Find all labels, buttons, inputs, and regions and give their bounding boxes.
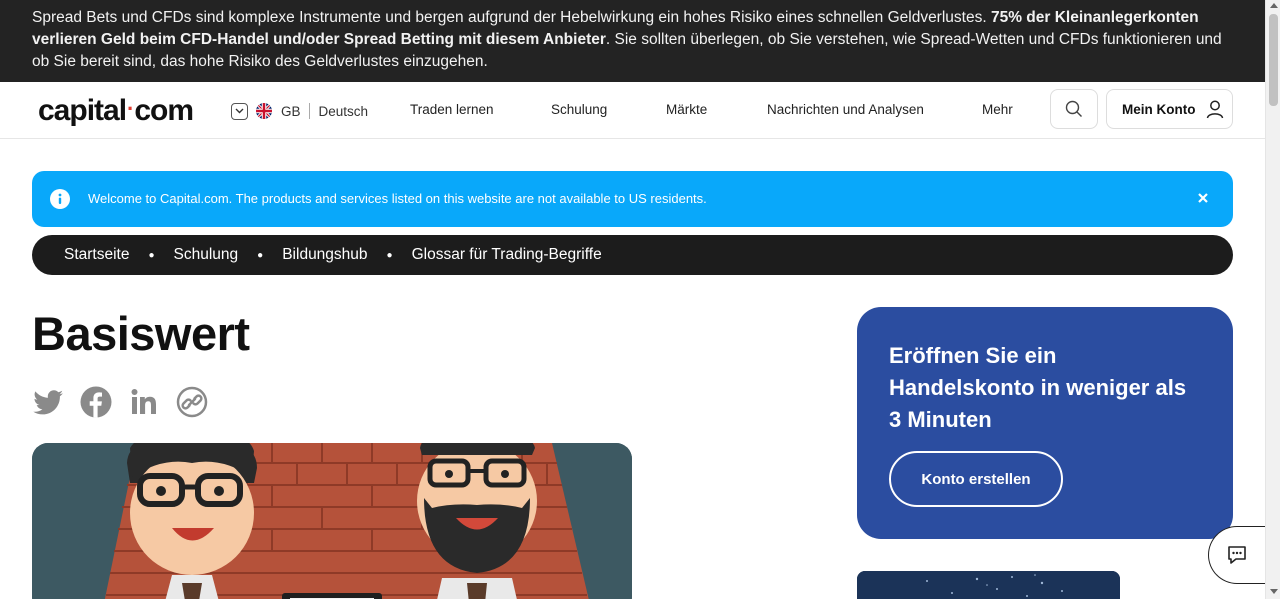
language-selector[interactable]: GB Deutsch	[231, 102, 368, 120]
nav-schulung[interactable]: Schulung	[551, 102, 607, 117]
language-label: Deutsch	[318, 103, 369, 119]
breadcrumb-separator: ●	[148, 249, 155, 261]
page-title: Basiswert	[32, 307, 250, 360]
nav-traden-lernen[interactable]: Traden lernen	[410, 102, 494, 117]
risk-warning-text: Spread Bets und CFDs sind komplexe Instr…	[32, 9, 991, 26]
logo-text-left: capital	[38, 94, 127, 127]
logo-dot: ·	[127, 96, 134, 121]
scroll-down-arrow-icon[interactable]	[1270, 589, 1278, 594]
user-icon	[1206, 100, 1223, 119]
risk-warning-bar: Spread Bets und CFDs sind komplexe Instr…	[0, 0, 1265, 82]
breadcrumb-bildungshub[interactable]: Bildungshub	[282, 246, 367, 264]
my-account-button[interactable]: Mein Konto	[1106, 89, 1233, 129]
nav-nachrichten-analysen[interactable]: Nachrichten und Analysen	[767, 102, 924, 117]
account-label: Mein Konto	[1122, 101, 1196, 117]
breadcrumb-schulung[interactable]: Schulung	[174, 246, 239, 264]
uk-flag-icon	[256, 103, 272, 119]
search-button[interactable]	[1050, 89, 1098, 129]
create-account-button[interactable]: Konto erstellen	[889, 451, 1063, 507]
chat-button[interactable]	[1208, 526, 1268, 584]
breadcrumb-separator: ●	[386, 249, 393, 261]
info-icon	[50, 189, 70, 209]
cta-heading: Eröffnen Sie ein Handelskonto in weniger…	[889, 343, 1187, 432]
logo-text-right: com	[134, 94, 194, 127]
copy-link-icon[interactable]	[176, 386, 208, 418]
scroll-up-arrow-icon[interactable]	[1270, 3, 1278, 8]
breadcrumb-separator: ●	[257, 249, 264, 261]
banner-message: Welcome to Capital.com. The products and…	[88, 191, 707, 206]
scrollbar-thumb[interactable]	[1269, 14, 1278, 106]
breadcrumb-startseite[interactable]: Startseite	[64, 246, 129, 264]
chat-icon	[1228, 546, 1246, 564]
capital-logo[interactable]: capital·com	[38, 94, 194, 128]
open-account-cta: Eröffnen Sie ein Handelskonto in weniger…	[857, 307, 1233, 539]
nav-maerkte[interactable]: Märkte	[666, 102, 707, 117]
promo-card[interactable]	[857, 571, 1120, 599]
facebook-icon[interactable]	[80, 386, 112, 418]
close-icon[interactable]	[1196, 191, 1210, 208]
us-residents-banner: Welcome to Capital.com. The products and…	[32, 171, 1233, 227]
linkedin-icon[interactable]	[128, 386, 160, 418]
search-icon	[1065, 100, 1082, 117]
breadcrumb-glossar[interactable]: Glossar für Trading-Begriffe	[412, 246, 602, 264]
region-code: GB	[281, 103, 301, 119]
page-scrollbar[interactable]	[1265, 0, 1280, 599]
article-illustration	[32, 443, 632, 599]
divider	[308, 103, 310, 119]
twitter-icon[interactable]	[32, 386, 64, 418]
breadcrumb: Startseite ● Schulung ● Bildungshub ● Gl…	[32, 235, 1233, 275]
chevron-down-icon	[231, 102, 248, 120]
site-header: capital·com GB Deutsch Traden lernen Sch…	[0, 82, 1265, 139]
nav-mehr[interactable]: Mehr	[982, 102, 1013, 117]
